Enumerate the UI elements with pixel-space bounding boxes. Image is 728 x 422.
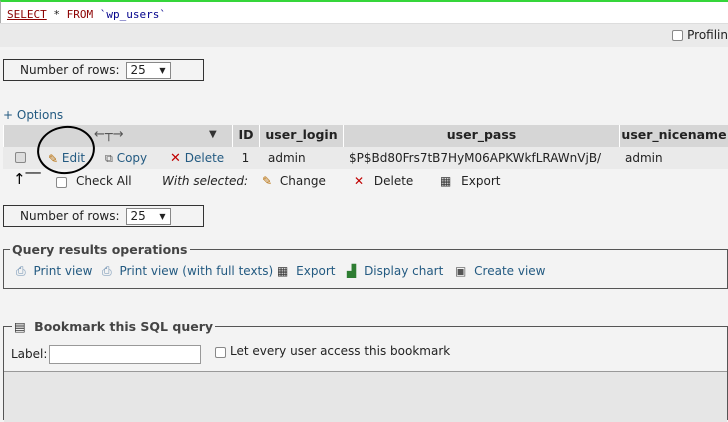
- printer-icon: ⎙: [102, 264, 112, 278]
- column-header-user-pass[interactable]: user_pass: [343, 125, 619, 147]
- display-chart-link[interactable]: ▟ Display chart: [347, 264, 443, 278]
- number-of-rows-label: Number of rows:: [20, 209, 120, 223]
- sql-options-bar: Profilin: [0, 23, 728, 47]
- bookmark-legend: ▤ Bookmark this SQL query: [12, 319, 216, 334]
- copy-label: Copy: [116, 151, 148, 165]
- sort-dropdown-icon[interactable]: ▼: [209, 125, 217, 145]
- with-selected-label: With selected:: [162, 174, 249, 188]
- delete-label: Delete: [184, 151, 225, 165]
- copy-button[interactable]: ⧉ Copy: [105, 147, 147, 169]
- cell-user-login: admin: [268, 151, 306, 165]
- query-results-operations-panel: Query results operations ⎙ Print view ⎙ …: [3, 242, 728, 289]
- sql-from-keyword: FROM: [66, 8, 94, 21]
- column-header-user-login[interactable]: user_login: [259, 125, 343, 147]
- print-view-link[interactable]: ⎙ Print view: [16, 264, 93, 279]
- column-header-user-nicename[interactable]: user_nicename: [619, 125, 728, 147]
- bulk-delete-label: Delete: [373, 174, 414, 188]
- number-of-rows-select[interactable]: 25 ▼: [125, 207, 171, 225]
- sql-star: *: [46, 8, 67, 21]
- bookmark-legend-label: Bookmark this SQL query: [34, 319, 214, 334]
- table-row: ✎ Edit ⧉ Copy ✕ Delete 1 admin $P$Bd80Fr…: [3, 147, 728, 169]
- number-of-rows-value: 25: [130, 209, 146, 223]
- number-of-rows-select[interactable]: 25 ▼: [125, 61, 171, 79]
- bookmark-label-text: Label:: [11, 347, 48, 361]
- bookmark-label-input[interactable]: [49, 345, 201, 364]
- dropdown-arrow-icon: ▼: [159, 65, 166, 75]
- cell-user-pass: $P$Bd80Frs7tB7HyM06APKWkfLRAWnVjB/: [349, 151, 602, 165]
- delete-x-icon: ✕: [354, 174, 365, 188]
- options-link[interactable]: + Options: [3, 108, 63, 122]
- print-view-label: Print view: [33, 264, 93, 278]
- column-resize-icon[interactable]: ←┬→: [94, 125, 124, 145]
- view-icon: ▣: [455, 264, 467, 278]
- printer-icon: ⎙: [16, 264, 26, 278]
- cell-user-nicename: admin: [625, 151, 663, 165]
- bulk-export-button[interactable]: ▦ Export: [440, 174, 500, 188]
- check-all-arrow-icon: ↑‾‾: [13, 170, 41, 188]
- change-button[interactable]: ✎ Change: [262, 174, 326, 188]
- number-of-rows-label: Number of rows:: [20, 63, 120, 77]
- with-selected-bar: ↑‾‾ Check All With selected: ✎ Change ✕ …: [0, 170, 728, 194]
- export-link[interactable]: ▦ Export: [277, 264, 335, 278]
- row-checkbox[interactable]: [15, 152, 26, 164]
- query-results-operations-legend: Query results operations: [10, 242, 190, 257]
- let-every-user-label[interactable]: Let every user access this bookmark: [230, 344, 450, 358]
- delete-x-icon: ✕: [170, 150, 181, 166]
- profiling-checkbox[interactable]: [672, 29, 684, 41]
- let-every-user-checkbox[interactable]: [215, 347, 226, 358]
- profiling-option[interactable]: Profilin: [672, 28, 728, 42]
- results-table-header: ←┬→ ▼ ID user_login user_pass user_nicen…: [3, 125, 728, 147]
- print-view-full-link[interactable]: ⎙ Print view (with full texts): [102, 264, 273, 279]
- create-view-link[interactable]: ▣ Create view: [455, 264, 546, 278]
- sql-table-name: `wp_users`: [93, 8, 166, 21]
- profiling-label: Profilin: [687, 28, 728, 42]
- copy-icon: ⧉: [105, 151, 113, 165]
- cell-id: 1: [241, 151, 250, 165]
- pencil-icon: ✎: [262, 174, 273, 188]
- chart-icon: ▟: [347, 264, 357, 278]
- number-of-rows-top: Number of rows: 25 ▼: [3, 59, 204, 81]
- change-label: Change: [279, 174, 326, 188]
- create-view-label: Create view: [474, 264, 546, 278]
- check-all-label[interactable]: Check All: [76, 174, 132, 188]
- export-icon: ▦: [277, 264, 289, 278]
- column-header-id[interactable]: ID: [232, 125, 259, 147]
- display-chart-label: Display chart: [364, 264, 444, 278]
- export-icon: ▦: [440, 174, 452, 188]
- bookmark-panel: ▤ Bookmark this SQL query Label: Let eve…: [3, 319, 728, 422]
- bulk-delete-button[interactable]: ✕ Delete: [354, 174, 413, 188]
- sql-query-text: SELECT * FROM `wp_users`: [7, 8, 166, 21]
- bookmark-submit-bar: [4, 371, 727, 422]
- dropdown-arrow-icon: ▼: [159, 211, 166, 221]
- number-of-rows-bottom: Number of rows: 25 ▼: [3, 205, 204, 227]
- export-label: Export: [296, 264, 336, 278]
- check-all-checkbox[interactable]: [56, 177, 67, 188]
- print-view-full-label: Print view (with full texts): [119, 264, 274, 278]
- bulk-export-label: Export: [461, 174, 501, 188]
- delete-button[interactable]: ✕ Delete: [170, 147, 224, 169]
- number-of-rows-value: 25: [130, 63, 146, 77]
- bookmark-icon: ▤: [14, 319, 26, 334]
- sql-select-keyword: SELECT: [7, 8, 47, 21]
